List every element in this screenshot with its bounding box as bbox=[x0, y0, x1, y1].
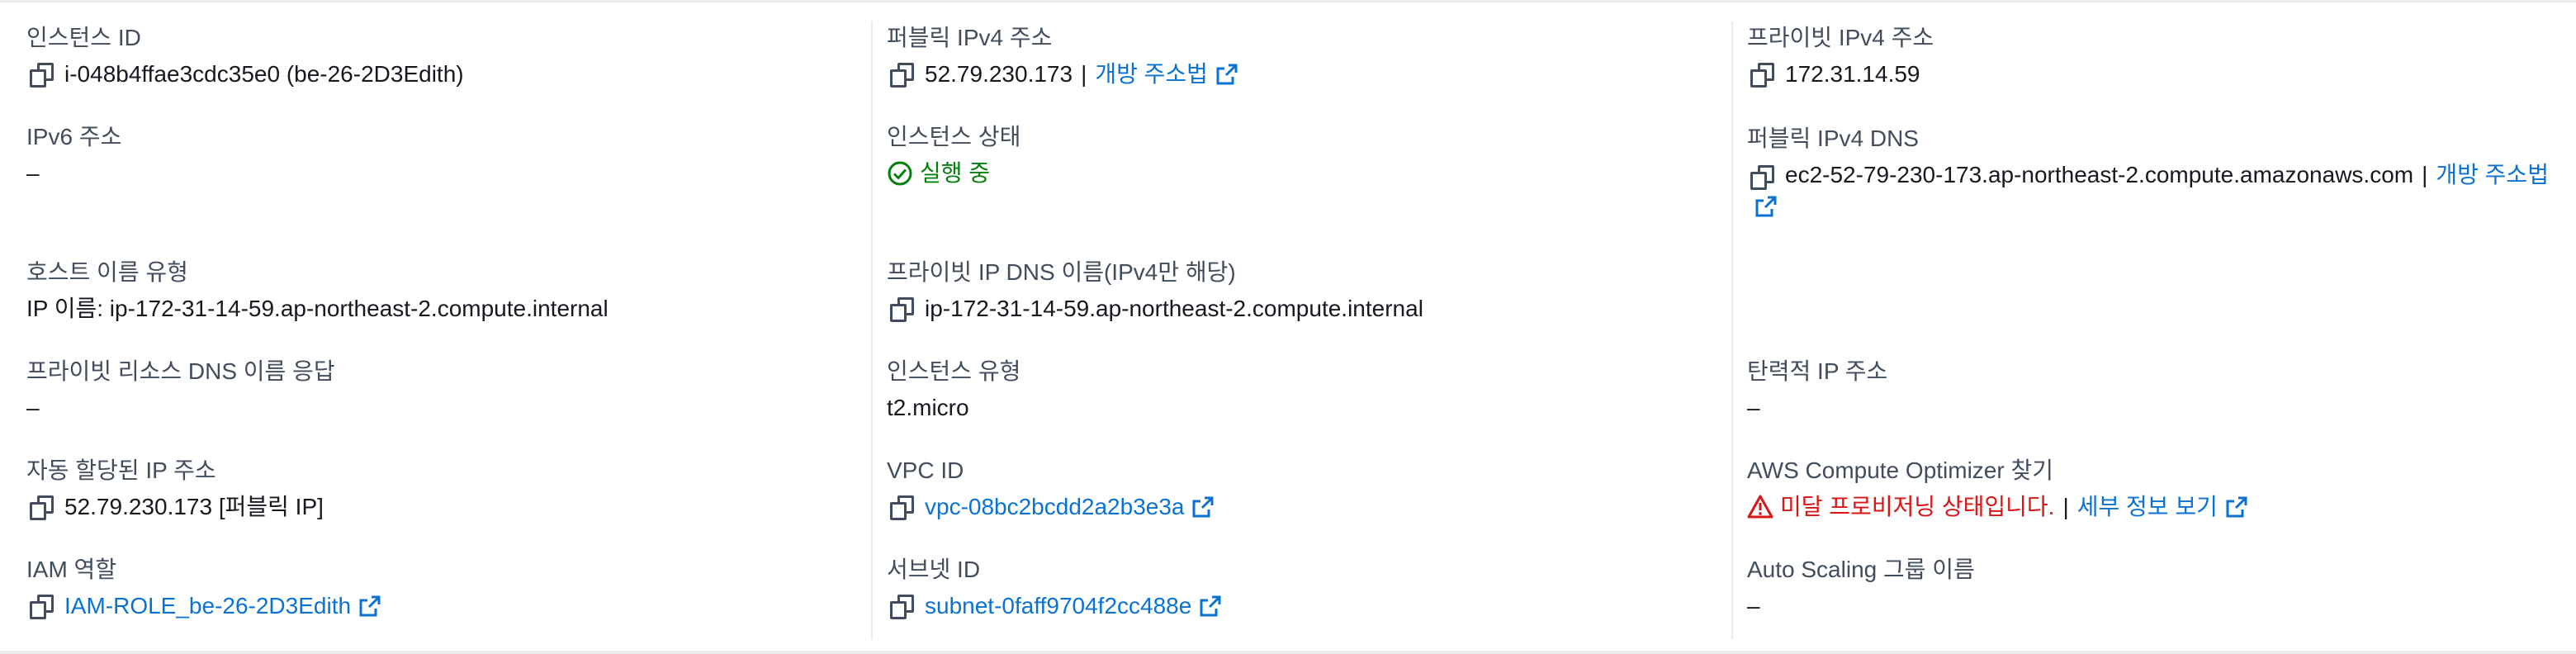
private-ip-dns-value-row: ip-172-31-14-59.ap-northeast-2.compute.i… bbox=[887, 294, 1423, 324]
public-ipv4-field: 퍼블릭 IPv4 주소 52.79.230.173 | 개방 주소법 bbox=[887, 23, 1239, 89]
public-ipv4-value-row: 52.79.230.173 | 개방 주소법 bbox=[887, 59, 1239, 89]
compute-optimizer-label: AWS Compute Optimizer 찾기 bbox=[1747, 457, 2054, 483]
copy-icon[interactable] bbox=[890, 495, 914, 520]
instance-state-value: 실행 중 bbox=[920, 160, 991, 186]
public-dns-field: 퍼블릭 IPv4 DNS ec2-52-79-230-173.ap-northe… bbox=[1747, 124, 2556, 220]
elastic-ip-label: 탄력적 IP 주소 bbox=[1747, 358, 1888, 384]
copy-icon[interactable] bbox=[890, 297, 914, 322]
auto-ip-value-row: 52.79.230.173 [퍼블릭 IP] bbox=[26, 492, 324, 522]
ipv6-field: IPv6 주소 – bbox=[26, 122, 121, 188]
copy-icon[interactable] bbox=[30, 595, 54, 619]
column-divider bbox=[1731, 21, 1733, 639]
instance-id-value: i-048b4ffae3cdc35e0 (be-26-2D3Edith) bbox=[64, 61, 464, 87]
separator: | bbox=[1081, 61, 1087, 87]
public-dns-value: ec2-52-79-230-173.ap-northeast-2.compute… bbox=[1785, 162, 2414, 187]
iam-role-value-row: IAM-ROLE_be-26-2D3Edith bbox=[26, 591, 382, 621]
copy-icon[interactable] bbox=[1750, 63, 1774, 88]
bottom-border bbox=[0, 651, 2576, 654]
separator: | bbox=[2422, 162, 2428, 187]
elastic-ip-field: 탄력적 IP 주소 – bbox=[1747, 357, 1887, 423]
private-ipv4-label: 프라이빗 IPv4 주소 bbox=[1747, 25, 1934, 50]
elastic-ip-value: – bbox=[1747, 395, 1760, 420]
public-dns-value-row: ec2-52-79-230-173.ap-northeast-2.compute… bbox=[1747, 160, 2556, 220]
public-dns-open-link[interactable]: 개방 주소법 bbox=[2436, 162, 2549, 187]
instance-state-field: 인스턴스 상태 실행 중 bbox=[887, 122, 1020, 188]
subnet-id-label: 서브넷 ID bbox=[887, 557, 981, 582]
instance-state-value-row: 실행 중 bbox=[887, 159, 1020, 188]
instance-id-value-row: i-048b4ffae3cdc35e0 (be-26-2D3Edith) bbox=[26, 59, 464, 89]
compute-optimizer-field: AWS Compute Optimizer 찾기 미달 프로비저닝 상태입니다.… bbox=[1747, 456, 2249, 522]
subnet-id-value-row: subnet-0faff9704f2cc488e bbox=[887, 591, 1223, 621]
private-ipv4-value-row: 172.31.14.59 bbox=[1747, 59, 1934, 89]
vpc-id-field: VPC ID vpc-08bc2bcdd2a2b3e3a bbox=[887, 456, 1215, 522]
auto-scaling-group-field: Auto Scaling 그룹 이름 – bbox=[1747, 555, 1975, 621]
ipv6-label: IPv6 주소 bbox=[26, 124, 122, 149]
ipv6-value: – bbox=[26, 160, 40, 186]
iam-role-label: IAM 역할 bbox=[26, 557, 117, 582]
external-link-icon[interactable] bbox=[358, 594, 382, 618]
view-details-link[interactable]: 세부 정보 보기 bbox=[2077, 492, 2218, 522]
warning-triangle-icon bbox=[1747, 495, 1773, 519]
auto-ip-value: 52.79.230.173 [퍼블릭 IP] bbox=[64, 494, 324, 519]
copy-icon[interactable] bbox=[890, 63, 914, 88]
copy-icon[interactable] bbox=[890, 595, 914, 619]
check-circle-icon bbox=[888, 161, 912, 186]
instance-type-field: 인스턴스 유형 t2.micro bbox=[887, 357, 1020, 423]
top-border bbox=[0, 0, 2576, 2]
external-link-icon[interactable] bbox=[1215, 62, 1239, 87]
private-ip-dns-value: ip-172-31-14-59.ap-northeast-2.compute.i… bbox=[925, 296, 1423, 321]
instance-id-field: 인스턴스 ID i-048b4ffae3cdc35e0 (be-26-2D3Ed… bbox=[26, 23, 464, 89]
vpc-id-value-row: vpc-08bc2bcdd2a2b3e3a bbox=[887, 492, 1215, 522]
compute-optimizer-value-row: 미달 프로비저닝 상태입니다. | 세부 정보 보기 bbox=[1747, 492, 2249, 522]
public-dns-label: 퍼블릭 IPv4 DNS bbox=[1747, 126, 1919, 151]
hostname-type-field: 호스트 이름 유형 IP 이름: ip-172-31-14-59.ap-nort… bbox=[26, 258, 608, 324]
auto-scaling-group-value: – bbox=[1747, 593, 1760, 618]
copy-icon[interactable] bbox=[30, 495, 54, 520]
private-dns-answer-field: 프라이빗 리소스 DNS 이름 응답 – bbox=[26, 357, 335, 423]
external-link-icon[interactable] bbox=[2224, 495, 2249, 519]
vpc-id-link[interactable]: vpc-08bc2bcdd2a2b3e3a bbox=[925, 492, 1184, 522]
public-ipv4-open-link[interactable]: 개방 주소법 bbox=[1095, 59, 1208, 89]
instance-type-value: t2.micro bbox=[887, 395, 969, 420]
hostname-type-value: IP 이름: ip-172-31-14-59.ap-northeast-2.co… bbox=[26, 296, 608, 321]
instance-state-label: 인스턴스 상태 bbox=[887, 124, 1021, 149]
instance-type-label: 인스턴스 유형 bbox=[887, 358, 1021, 384]
iam-role-link[interactable]: IAM-ROLE_be-26-2D3Edith bbox=[64, 591, 351, 621]
private-ipv4-value: 172.31.14.59 bbox=[1785, 61, 1920, 87]
subnet-id-field: 서브넷 ID subnet-0faff9704f2cc488e bbox=[887, 555, 1223, 621]
copy-icon[interactable] bbox=[30, 63, 54, 88]
private-dns-answer-label: 프라이빗 리소스 DNS 이름 응답 bbox=[26, 358, 335, 384]
external-link-icon[interactable] bbox=[1198, 594, 1223, 618]
auto-ip-label: 자동 할당된 IP 주소 bbox=[26, 457, 216, 483]
hostname-type-label: 호스트 이름 유형 bbox=[26, 259, 188, 285]
private-ipv4-field: 프라이빗 IPv4 주소 172.31.14.59 bbox=[1747, 23, 1934, 89]
compute-optimizer-warning: 미달 프로비저닝 상태입니다. bbox=[1780, 494, 2055, 519]
public-ipv4-value: 52.79.230.173 bbox=[925, 61, 1073, 87]
private-ip-dns-field: 프라이빗 IP DNS 이름(IPv4만 해당) ip-172-31-14-59… bbox=[887, 258, 1423, 324]
external-link-icon[interactable] bbox=[1754, 194, 1778, 219]
column-divider bbox=[871, 21, 873, 639]
instance-id-label: 인스턴스 ID bbox=[26, 25, 141, 50]
external-link-icon[interactable] bbox=[1191, 495, 1215, 519]
public-ipv4-label: 퍼블릭 IPv4 주소 bbox=[887, 25, 1053, 50]
vpc-id-label: VPC ID bbox=[887, 457, 964, 483]
separator: | bbox=[2062, 494, 2069, 519]
private-ip-dns-label: 프라이빗 IP DNS 이름(IPv4만 해당) bbox=[887, 259, 1236, 285]
iam-role-field: IAM 역할 IAM-ROLE_be-26-2D3Edith bbox=[26, 555, 382, 621]
subnet-id-link[interactable]: subnet-0faff9704f2cc488e bbox=[925, 591, 1191, 621]
private-dns-answer-value: – bbox=[26, 395, 40, 420]
copy-icon[interactable] bbox=[1750, 164, 1774, 190]
auto-scaling-group-label: Auto Scaling 그룹 이름 bbox=[1747, 557, 1975, 582]
auto-ip-field: 자동 할당된 IP 주소 52.79.230.173 [퍼블릭 IP] bbox=[26, 456, 324, 522]
